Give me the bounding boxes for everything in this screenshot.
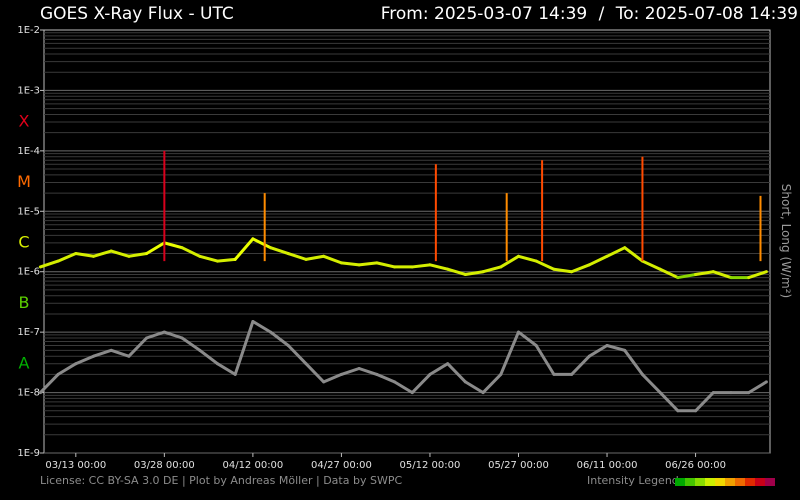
short-point bbox=[322, 380, 326, 384]
short-point bbox=[251, 320, 255, 324]
short-point bbox=[747, 391, 751, 395]
short-point bbox=[410, 391, 414, 395]
y-axis-label: Short, Long (W/m²) bbox=[779, 184, 793, 298]
legend-swatch bbox=[715, 478, 725, 486]
legend-swatch bbox=[705, 478, 715, 486]
short-point bbox=[499, 372, 503, 376]
y-tick-label: 1E-4 bbox=[17, 146, 40, 157]
x-tick-label: 03/13 00:00 bbox=[45, 460, 106, 471]
footer-credits: License: CC BY-SA 3.0 DE | Plot by Andre… bbox=[40, 474, 403, 487]
short-point bbox=[764, 380, 768, 384]
short-point bbox=[127, 354, 131, 358]
flare-class-label: X bbox=[19, 112, 30, 131]
legend-swatch bbox=[675, 478, 685, 486]
legend-swatch bbox=[745, 478, 755, 486]
short-point bbox=[357, 367, 361, 371]
short-point bbox=[74, 362, 78, 366]
short-point bbox=[393, 380, 397, 384]
x-tick-label: 04/12 00:00 bbox=[222, 460, 283, 471]
x-tick-label: 06/11 00:00 bbox=[577, 460, 638, 471]
short-point bbox=[605, 344, 609, 348]
y-tick-label: 1E-5 bbox=[17, 206, 40, 217]
short-point bbox=[711, 391, 715, 395]
short-point bbox=[215, 362, 219, 366]
short-point bbox=[198, 348, 202, 352]
short-point bbox=[92, 354, 96, 358]
short-point bbox=[162, 330, 166, 334]
short-point bbox=[304, 362, 308, 366]
intensity-legend-bar bbox=[675, 478, 775, 486]
short-point bbox=[729, 391, 733, 395]
x-tick-label: 05/12 00:00 bbox=[400, 460, 461, 471]
legend-swatch bbox=[695, 478, 705, 486]
flare-class-label: C bbox=[18, 233, 29, 252]
short-point bbox=[623, 348, 627, 352]
short-point bbox=[516, 330, 520, 334]
short-point bbox=[428, 372, 432, 376]
long-segment bbox=[410, 263, 432, 269]
y-tick-label: 1E-2 bbox=[17, 25, 40, 36]
x-axis-ticks: 03/13 00:00 03/28 00:00 04/12 00:00 04/27 0… bbox=[45, 453, 726, 471]
short-point bbox=[534, 344, 538, 348]
x-tick-label: 03/28 00:00 bbox=[134, 460, 195, 471]
y-tick-label: 1E-8 bbox=[17, 388, 40, 399]
short-point bbox=[233, 372, 237, 376]
x-tick-label: 06/26 00:00 bbox=[665, 460, 726, 471]
x-tick-label: 04/27 00:00 bbox=[311, 460, 372, 471]
short-point bbox=[587, 354, 591, 358]
y-tick-label: 1E-9 bbox=[17, 448, 40, 459]
short-point bbox=[570, 372, 574, 376]
legend-swatch bbox=[725, 478, 735, 486]
short-point bbox=[375, 372, 379, 376]
legend-swatch bbox=[765, 478, 775, 486]
flare-class-label: B bbox=[19, 293, 30, 312]
short-point bbox=[552, 372, 556, 376]
short-point bbox=[658, 391, 662, 395]
short-point bbox=[269, 330, 273, 334]
short-point bbox=[694, 409, 698, 413]
short-point bbox=[109, 348, 113, 352]
intensity-legend-label: Intensity Legend bbox=[587, 474, 679, 487]
legend-swatch bbox=[685, 478, 695, 486]
y-tick-label: 1E-7 bbox=[17, 327, 40, 338]
legend-swatch bbox=[755, 478, 765, 486]
short-point bbox=[676, 409, 680, 413]
short-point bbox=[640, 372, 644, 376]
legend-swatch bbox=[735, 478, 745, 486]
flare-class-label: M bbox=[17, 172, 31, 191]
xray-flux-chart: 1E-2 1E-3 1E-4 1E-5 1E-6 1E-7 1E-8 1E-9 X M C B A 0… bbox=[17, 25, 793, 471]
short-point bbox=[38, 391, 42, 395]
y-tick-label: 1E-6 bbox=[17, 267, 40, 278]
short-point bbox=[446, 362, 450, 366]
short-point bbox=[56, 372, 60, 376]
short-point bbox=[145, 336, 149, 340]
flare-class-label: A bbox=[19, 353, 30, 372]
long-segment bbox=[339, 261, 361, 267]
short-point bbox=[339, 372, 343, 376]
short-point bbox=[463, 380, 467, 384]
short-point bbox=[180, 336, 184, 340]
x-tick-label: 05/27 00:00 bbox=[488, 460, 549, 471]
long-segment bbox=[215, 257, 237, 263]
short-point bbox=[481, 391, 485, 395]
long-segment bbox=[357, 261, 379, 267]
short-point bbox=[286, 344, 290, 348]
y-tick-label: 1E-3 bbox=[17, 85, 40, 96]
